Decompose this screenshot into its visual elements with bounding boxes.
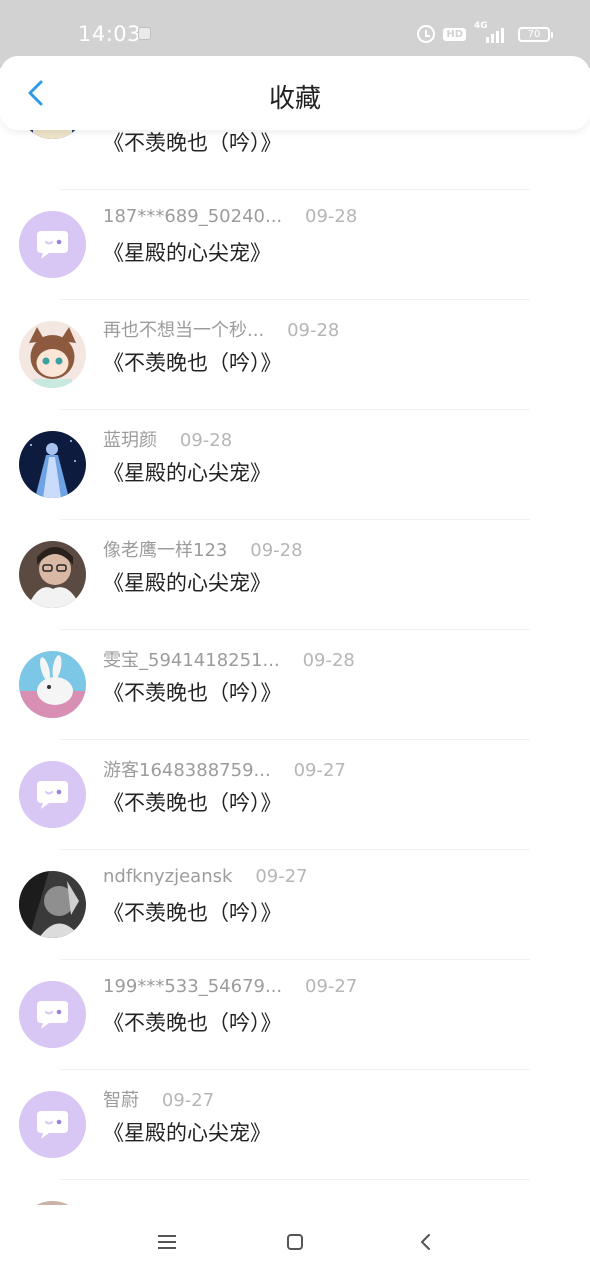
- book-title: 《不羡晚也（吟）》: [103, 131, 282, 155]
- user-name: 199***533_54679...: [103, 976, 283, 997]
- item-date: 09-28: [302, 650, 355, 671]
- user-name: 像老鹰一样123: [103, 540, 228, 561]
- page-header: 收藏: [0, 56, 590, 130]
- book-title: 《不羡晚也（吟）》: [103, 1011, 282, 1035]
- user-name: 187***689_50240...: [103, 206, 283, 227]
- list-item[interactable]: 199***533_54679... 09-27 《不羡晚也（吟）》: [0, 960, 590, 1070]
- avatar: [19, 871, 86, 938]
- list-item[interactable]: 游客1648388759... 09-27 《不羡晚也（吟）》: [0, 740, 590, 850]
- item-date: 09-28: [250, 540, 303, 561]
- item-date: 09-27: [161, 1090, 215, 1111]
- item-date: 09-28: [305, 206, 358, 227]
- user-name: ndfknyzjeansk: [103, 866, 233, 887]
- book-title: 《星殿的心尖宠》: [103, 571, 271, 595]
- item-meta: 再也不想当一个秒... 09-28: [103, 316, 339, 342]
- book-title: 《星殿的心尖宠》: [103, 461, 271, 485]
- list-item[interactable]: [0, 1180, 590, 1205]
- page-title: 收藏: [268, 84, 321, 114]
- item-date: 09-27: [255, 866, 308, 887]
- book-title: 《不羡晚也（吟）》: [103, 351, 282, 375]
- user-name: 雯宝_5941418251...: [103, 650, 280, 671]
- item-meta: 雯宝_5941418251... 09-28: [103, 646, 355, 672]
- item-meta: 游客1648388759... 09-27: [103, 756, 346, 782]
- battery-icon: 70: [518, 26, 553, 42]
- book-title: 《不羡晚也（吟）》: [103, 901, 282, 925]
- hd-badge: HD: [443, 27, 466, 41]
- user-name: 蓝玥颜: [103, 430, 157, 451]
- list-item[interactable]: 再也不想当一个秒... 09-28 《不羡晚也（吟）》: [0, 300, 590, 410]
- favorites-list[interactable]: 《不羡晚也（吟）》 187***689_50240... 09-28 《星殿的心…: [0, 130, 590, 1205]
- signal-icon: 4G: [474, 21, 510, 45]
- avatar: [19, 1091, 86, 1158]
- item-meta: 187***689_50240... 09-28: [103, 206, 357, 227]
- status-icons: HD 4G 70: [417, 20, 553, 48]
- status-time: 14:03: [78, 22, 142, 46]
- avatar: [19, 981, 86, 1048]
- item-meta: 像老鹰一样123 09-28: [103, 536, 303, 562]
- item-date: 09-27: [305, 976, 358, 997]
- avatar: [19, 321, 86, 388]
- avatar: [19, 761, 86, 828]
- item-date: 09-28: [287, 320, 340, 341]
- avatar: [19, 541, 86, 608]
- system-nav-bar: [0, 1205, 590, 1280]
- book-title: 《星殿的心尖宠》: [103, 1121, 271, 1145]
- item-date: 09-27: [293, 760, 346, 781]
- avatar: [19, 651, 86, 718]
- menu-icon[interactable]: [155, 1232, 179, 1252]
- list-item[interactable]: 《不羡晚也（吟）》: [0, 130, 590, 190]
- book-title: 《星殿的心尖宠》: [103, 241, 271, 265]
- item-meta: ndfknyzjeansk 09-27: [103, 866, 308, 887]
- list-item[interactable]: ndfknyzjeansk 09-27 《不羡晚也（吟）》: [0, 850, 590, 960]
- item-date: 09-28: [179, 430, 233, 451]
- avatar: [19, 431, 86, 498]
- book-title: 《不羡晚也（吟）》: [103, 791, 282, 815]
- user-name: 游客1648388759...: [103, 760, 271, 781]
- list-item[interactable]: 蓝玥颜 09-28 《星殿的心尖宠》: [0, 410, 590, 520]
- user-name: 智蔚: [103, 1090, 139, 1111]
- list-item[interactable]: 像老鹰一样123 09-28 《星殿的心尖宠》: [0, 520, 590, 630]
- list-item[interactable]: 雯宝_5941418251... 09-28 《不羡晚也（吟）》: [0, 630, 590, 740]
- item-meta: 蓝玥颜 09-28: [103, 426, 232, 452]
- book-title: 《不羡晚也（吟）》: [103, 681, 282, 705]
- list-item[interactable]: 智蔚 09-27 《星殿的心尖宠》: [0, 1070, 590, 1180]
- list-item[interactable]: 187***689_50240... 09-28 《星殿的心尖宠》: [0, 190, 590, 300]
- app-notification-icon: [138, 27, 151, 40]
- alarm-icon: [417, 25, 436, 43]
- back-triangle-icon[interactable]: [414, 1232, 438, 1252]
- home-square-icon[interactable]: [283, 1232, 307, 1252]
- battery-level: 70: [527, 28, 541, 40]
- avatar: [19, 211, 86, 278]
- user-name: 再也不想当一个秒...: [103, 320, 265, 341]
- item-meta: 199***533_54679... 09-27: [103, 976, 357, 997]
- item-meta: 智蔚 09-27: [103, 1086, 214, 1112]
- avatar: [19, 130, 86, 139]
